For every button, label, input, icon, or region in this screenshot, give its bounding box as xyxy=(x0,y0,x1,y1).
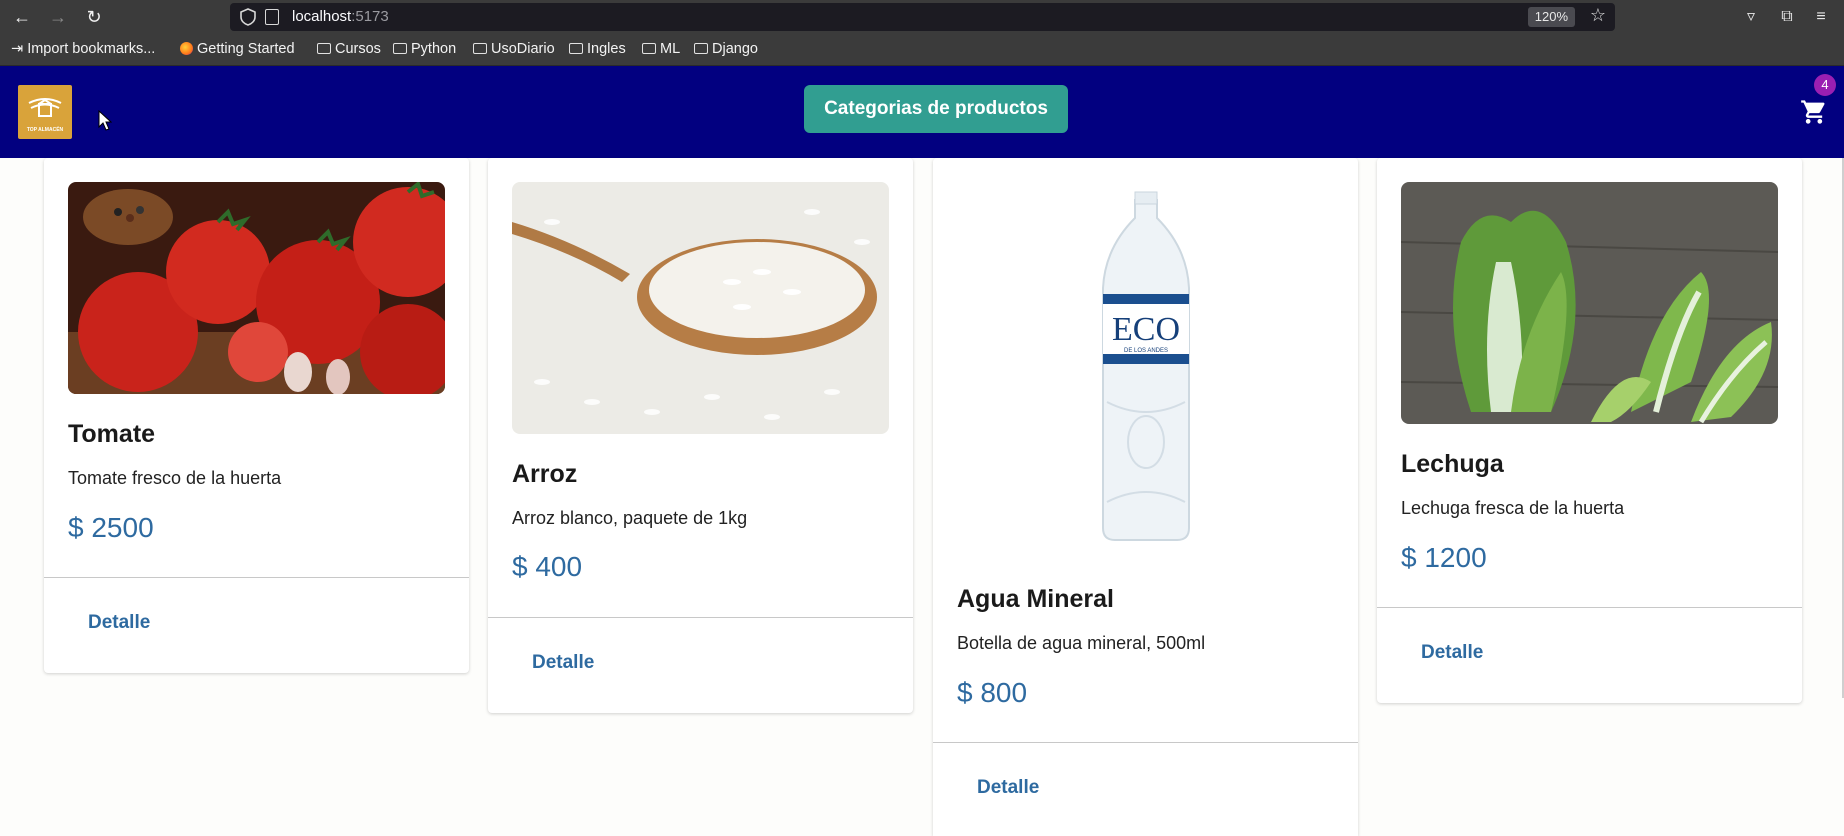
folder-icon xyxy=(317,43,331,54)
pocket-icon[interactable]: ▿ xyxy=(1740,6,1762,28)
folder-icon xyxy=(694,43,708,54)
logo-emblem-icon xyxy=(28,98,62,117)
product-card-lechuga: Lechuga Lechuga fresca de la huerta $ 12… xyxy=(1377,158,1802,703)
tomato-image xyxy=(68,182,445,394)
page-icon xyxy=(265,9,279,25)
url-text: localhost:5173 xyxy=(292,8,389,25)
folder-icon xyxy=(393,43,407,54)
detail-button-arroz[interactable]: Detalle xyxy=(532,652,594,674)
folder-icon xyxy=(569,43,583,54)
product-description: Botella de agua mineral, 500ml xyxy=(957,633,1206,653)
url-bar[interactable]: localhost:5173 120% ☆ xyxy=(230,3,1615,31)
product-name: Agua Mineral xyxy=(957,585,1114,613)
bookmark-ml[interactable]: ML xyxy=(642,41,680,57)
firefox-icon xyxy=(180,42,193,55)
card-divider xyxy=(44,577,469,578)
product-price: $ 1200 xyxy=(1401,542,1487,573)
bookmark-usodiario[interactable]: UsoDiario xyxy=(473,41,555,57)
product-description: Tomate fresco de la huerta xyxy=(68,468,282,488)
bottle-brand-text: ECO xyxy=(1112,311,1180,348)
card-divider xyxy=(488,617,913,618)
import-icon: ⇥ xyxy=(11,41,28,57)
bookmark-import[interactable]: ⇥ Import bookmarks... xyxy=(11,41,155,57)
product-price: $ 2500 xyxy=(68,512,154,543)
card-divider xyxy=(933,742,1358,743)
rice-image xyxy=(512,182,889,434)
product-description: Arroz blanco, paquete de 1kg xyxy=(512,508,748,528)
product-price: $ 800 xyxy=(957,677,1028,708)
bookmarks-bar: ⇥ Import bookmarks... Getting Started Cu… xyxy=(0,33,1844,66)
reload-icon[interactable]: ↻ xyxy=(82,5,106,29)
product-description: Lechuga fresca de la huerta xyxy=(1401,498,1625,518)
product-name: Arroz xyxy=(512,460,578,488)
bookmark-ingles[interactable]: Ingles xyxy=(569,41,626,57)
extensions-icon[interactable]: ⧉ xyxy=(1776,6,1798,28)
mouse-cursor-icon xyxy=(98,110,112,131)
zoom-level-badge[interactable]: 120% xyxy=(1527,7,1575,27)
folder-icon xyxy=(642,43,656,54)
product-price: $ 400 xyxy=(512,551,583,582)
bookmark-star-icon[interactable]: ☆ xyxy=(1590,5,1606,26)
cart-count-badge: 4 xyxy=(1814,74,1836,96)
app-navbar: TOP ALMACÉN Categorias de productos 4 xyxy=(0,66,1844,158)
shield-icon xyxy=(240,8,256,26)
menu-icon[interactable]: ≡ xyxy=(1810,6,1832,28)
water-bottle-image: ECO DE LOS ANDES xyxy=(957,182,1334,552)
browser-toolbar: ← → ↻ localhost:5173 120% ☆ ▿ ⧉ ≡ xyxy=(0,0,1844,33)
detail-button-tomate[interactable]: Detalle xyxy=(88,612,150,634)
back-arrow-icon[interactable]: ← xyxy=(10,5,34,29)
bookmark-django[interactable]: Django xyxy=(694,41,758,57)
bookmark-cursos[interactable]: Cursos xyxy=(317,41,381,57)
forward-arrow-icon[interactable]: → xyxy=(46,5,70,29)
categories-button[interactable]: Categorias de productos xyxy=(804,85,1068,133)
card-divider xyxy=(1377,607,1802,608)
product-card-tomate: Tomate Tomate fresco de la huerta $ 2500… xyxy=(44,158,469,673)
lettuce-image xyxy=(1401,182,1778,424)
product-name: Lechuga xyxy=(1401,450,1504,478)
product-name: Tomate xyxy=(68,420,156,448)
store-logo[interactable]: TOP ALMACÉN xyxy=(18,85,72,139)
bottle-subbrand-text: DE LOS ANDES xyxy=(1124,348,1168,354)
detail-button-lechuga[interactable]: Detalle xyxy=(1421,642,1483,664)
folder-icon xyxy=(473,43,487,54)
product-card-arroz: Arroz Arroz blanco, paquete de 1kg $ 400… xyxy=(488,158,913,713)
detail-button-agua-mineral[interactable]: Detalle xyxy=(977,777,1039,799)
shopping-cart-icon[interactable] xyxy=(1800,98,1828,126)
logo-text: TOP ALMACÉN xyxy=(26,127,64,133)
bookmark-python[interactable]: Python xyxy=(393,41,456,57)
product-card-agua-mineral: ECO DE LOS ANDES Agua Mineral Botella de… xyxy=(933,158,1358,836)
bookmark-getting-started[interactable]: Getting Started xyxy=(180,41,295,57)
